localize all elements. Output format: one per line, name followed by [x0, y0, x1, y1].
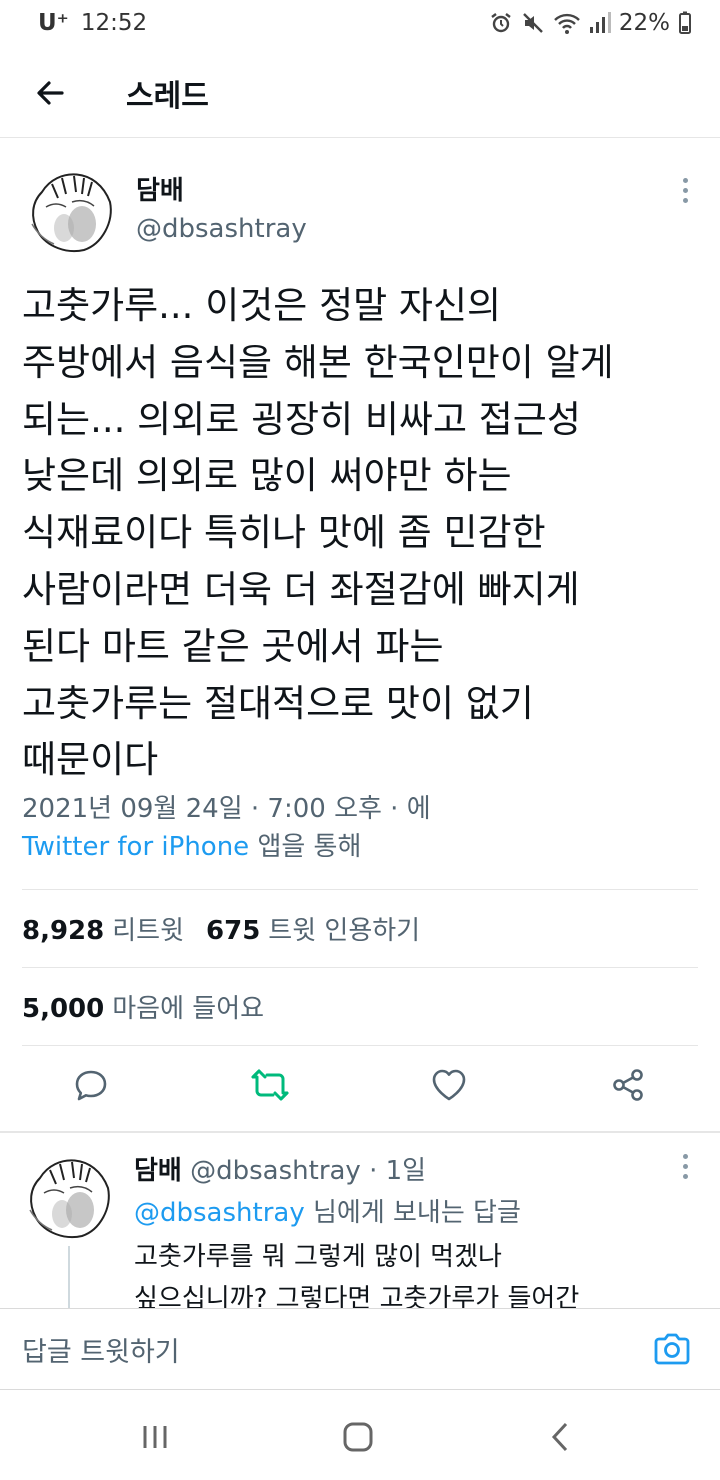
tweet-text-line: 주방에서 음식을 해본 한국인만이 알게	[22, 340, 614, 384]
tweet-actions	[0, 1060, 720, 1120]
divider	[22, 1045, 698, 1046]
reply-author-name[interactable]: 담배	[134, 1156, 182, 1186]
back-arrow-icon	[37, 80, 64, 105]
retweet-icon	[251, 1069, 289, 1101]
signal-icon	[589, 12, 611, 33]
likes-stat[interactable]: 5,000 마음에 들어요	[22, 988, 264, 1025]
quotes-stat[interactable]: 675 트윗 인용하기	[206, 910, 420, 947]
author-name[interactable]: 담배	[136, 170, 184, 207]
tweet-timestamp: 2021년 09월 24일 · 7:00 오후 · 에	[22, 794, 431, 824]
alarm-icon	[491, 13, 511, 33]
more-vertical-icon	[682, 177, 688, 183]
tweet-source-line: Twitter for iPhone 앱을 통해	[22, 828, 431, 866]
divider	[22, 967, 698, 968]
reply-button[interactable]	[66, 1060, 116, 1110]
recent-apps-icon	[143, 1426, 167, 1448]
replying-to-suffix: 님에게 보내는 답글	[304, 1198, 521, 1228]
retweets-stat[interactable]: 8,928 리트윗	[22, 910, 184, 947]
battery-percent: 22%	[618, 10, 670, 36]
carrier-label: U⁺	[38, 10, 69, 36]
more-vertical-icon	[682, 1153, 688, 1159]
reply-header: 담배 @dbsashtray · 1일	[134, 1150, 426, 1187]
likes-stats-row: 5,000 마음에 들어요	[22, 988, 264, 1025]
page-title: 스레드	[126, 78, 209, 114]
tweet-text-line: 고춧가루... 이것은 정말 자신의	[22, 284, 502, 327]
tweet-text: 고춧가루... 이것은 정말 자신의 주방에서 음식을 해본 한국인만이 알게 …	[22, 278, 702, 789]
system-back-button[interactable]	[535, 1412, 585, 1462]
camera-icon	[654, 1333, 690, 1365]
mute-icon	[523, 13, 543, 33]
reply-compose-input[interactable]: 답글 트윗하기	[22, 1330, 648, 1369]
tweet-meta: 2021년 09월 24일 · 7:00 오후 · 에 Twitter for …	[22, 790, 431, 866]
tweet-text-line: 된다 마트 같은 곳에서 파는	[22, 624, 444, 668]
tweet-source-suffix: 앱을 통해	[249, 832, 362, 862]
tweet-more-button[interactable]	[670, 170, 700, 210]
reply-icon	[75, 1070, 107, 1101]
camera-button[interactable]	[648, 1325, 696, 1373]
reply-author-handle[interactable]: @dbsashtray	[190, 1156, 361, 1186]
section-separator	[0, 1131, 720, 1133]
quotes-count: 675	[206, 916, 261, 946]
tweet-text-line: 낮은데 의외로 많이 써야만 하는	[22, 454, 512, 498]
heart-icon	[432, 1069, 466, 1101]
retweets-count: 8,928	[22, 916, 105, 946]
sketch-avatar-image	[29, 1159, 110, 1238]
divider	[22, 889, 698, 890]
tweet-text-line: 고춧가루는 절대적으로 맛이 없기	[22, 681, 534, 725]
likes-label: 마음에 들어요	[112, 994, 265, 1024]
likes-count: 5,000	[22, 994, 105, 1024]
chevron-left-icon	[551, 1422, 568, 1452]
author-avatar[interactable]	[22, 162, 122, 262]
tweet-text-line: 식재료이다 특히나 맛에 좀 민감한	[22, 511, 546, 555]
reply-more-button[interactable]	[670, 1146, 700, 1186]
tweet-text-line: 되는... 의외로 굉장히 비싸고 접근성	[22, 397, 581, 441]
retweet-button[interactable]	[245, 1060, 295, 1110]
thread-header: 스레드	[0, 48, 720, 138]
battery-icon	[679, 11, 691, 34]
reply-text: 고춧가루를 뭐 그렇게 많이 먹겠나 싶으십니까? 그렇다면 고춧가루가 들어간	[134, 1236, 694, 1308]
status-icons: 22%	[489, 10, 692, 36]
home-button[interactable]	[333, 1412, 383, 1462]
tweet-text-line: 때문이다	[22, 738, 159, 782]
system-navigation-bar	[0, 1392, 720, 1480]
status-bar: U⁺ 12:52 22%	[0, 0, 720, 46]
home-icon	[343, 1422, 373, 1452]
tweet-source-link[interactable]: Twitter for iPhone	[22, 832, 249, 862]
share-button[interactable]	[603, 1060, 653, 1110]
recent-apps-button[interactable]	[130, 1412, 180, 1462]
replying-to: @dbsashtray 님에게 보내는 답글	[134, 1192, 521, 1229]
tweet-stats-row: 8,928 리트윗 675 트윗 인용하기	[22, 910, 420, 947]
reply-author-avatar[interactable]	[20, 1148, 120, 1248]
reply-text-line: 고춧가루를 뭐 그렇게 많이 먹겠나	[134, 1242, 502, 1272]
quotes-label: 트윗 인용하기	[268, 916, 421, 946]
tweet-text-line: 사람이라면 더욱 더 좌절감에 빠지게	[22, 567, 580, 611]
status-time: 12:52	[80, 10, 148, 36]
back-button[interactable]	[20, 63, 80, 123]
author-handle[interactable]: @dbsashtray	[136, 214, 307, 244]
thread-connector-line	[68, 1246, 70, 1310]
like-button[interactable]	[424, 1060, 474, 1110]
reply-age: · 1일	[369, 1156, 427, 1186]
retweets-label: 리트윗	[112, 916, 185, 946]
reply-mention-link[interactable]: @dbsashtray	[134, 1198, 305, 1228]
sketch-avatar-image	[31, 173, 112, 252]
wifi-icon	[554, 13, 580, 34]
share-icon	[613, 1069, 643, 1101]
reply-text-line: 싶으십니까? 그렇다면 고춧가루가 들어간	[134, 1284, 580, 1308]
reply-compose-bar: 답글 트윗하기	[0, 1308, 720, 1390]
